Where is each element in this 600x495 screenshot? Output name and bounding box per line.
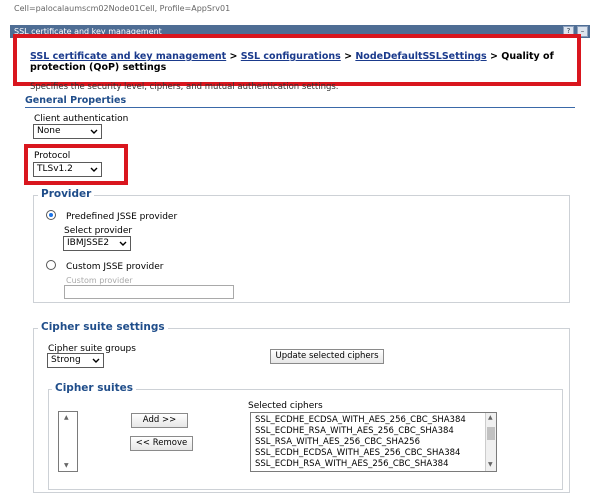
update-ciphers-button[interactable]: Update selected ciphers [270, 349, 384, 364]
chevron-down-icon [90, 167, 98, 172]
selected-ciphers-scrollbar[interactable]: ▲ ▼ [485, 413, 496, 471]
custom-provider-label: Custom JSSE provider [66, 262, 164, 272]
breadcrumb-link-ssl-configurations[interactable]: SSL configurations [241, 51, 341, 62]
general-properties-title: General Properties [25, 95, 127, 106]
scroll-up-icon[interactable]: ▲ [488, 414, 493, 421]
provider-title: Provider [38, 188, 95, 200]
custom-provider-input[interactable] [64, 285, 234, 299]
protocol-label: Protocol [34, 151, 71, 161]
page-description: Specifies the security level, ciphers, a… [30, 82, 339, 92]
section-divider [25, 107, 575, 108]
select-provider-label: Select provider [64, 226, 133, 236]
chevron-down-icon [92, 358, 100, 363]
breadcrumb-link-ssl-management[interactable]: SSL certificate and key management [30, 51, 226, 62]
available-ciphers-list[interactable]: ▲ ▼ [58, 411, 78, 472]
protocol-value: TLSv1.2 [37, 164, 73, 174]
breadcrumb-separator: > [340, 51, 356, 62]
breadcrumb: SSL certificate and key management > SSL… [30, 51, 570, 73]
add-cipher-button[interactable]: Add >> [131, 413, 188, 428]
remove-cipher-button[interactable]: << Remove [130, 436, 193, 451]
cipher-suites-title: Cipher suites [52, 382, 136, 394]
scroll-down-icon[interactable]: ▼ [64, 462, 69, 469]
custom-provider-field-label: Custom provider [66, 276, 133, 285]
chevron-down-icon [119, 241, 127, 246]
client-auth-select[interactable]: None [33, 124, 102, 139]
client-auth-label: Client authentication [34, 114, 129, 124]
breadcrumb-link-node-default[interactable]: NodeDefaultSSLSettings [355, 51, 486, 62]
list-item[interactable]: SSL_ECDHE_ECDSA_WITH_AES_256_CBC_SHA384 [251, 415, 485, 426]
selected-ciphers-list[interactable]: SSL_ECDHE_ECDSA_WITH_AES_256_CBC_SHA384 … [250, 412, 497, 472]
selected-ciphers-label: Selected ciphers [248, 401, 323, 411]
scrollbar-thumb[interactable] [487, 427, 495, 440]
client-auth-value: None [37, 126, 61, 136]
provider-select[interactable]: IBMJSSE2 [63, 236, 131, 251]
predefined-provider-label: Predefined JSSE provider [66, 212, 178, 222]
list-item[interactable]: SSL_ECDHE_RSA_WITH_AES_256_CBC_SHA384 [251, 426, 485, 437]
chevron-down-icon [90, 129, 98, 134]
custom-provider-radio[interactable] [46, 260, 56, 270]
scope-text: Cell=palocalaumscm02Node01Cell, Profile=… [14, 4, 231, 13]
breadcrumb-separator: > [226, 51, 241, 62]
list-item[interactable]: SSL_ECDH_ECDSA_WITH_AES_256_CBC_SHA384 [251, 448, 485, 459]
breadcrumb-separator: > [486, 51, 502, 62]
cipher-settings-title: Cipher suite settings [38, 321, 168, 333]
cipher-groups-select[interactable]: Strong [47, 353, 104, 368]
scroll-down-icon[interactable]: ▼ [488, 461, 493, 468]
protocol-select[interactable]: TLSv1.2 [33, 162, 102, 177]
list-item[interactable]: SSL_RSA_WITH_AES_256_CBC_SHA256 [251, 437, 485, 448]
list-item[interactable]: SSL_ECDH_RSA_WITH_AES_256_CBC_SHA384 [251, 459, 485, 470]
provider-value: IBMJSSE2 [67, 238, 110, 248]
predefined-provider-radio[interactable] [46, 210, 56, 220]
cipher-groups-value: Strong [51, 355, 81, 365]
scroll-up-icon[interactable]: ▲ [64, 414, 69, 421]
